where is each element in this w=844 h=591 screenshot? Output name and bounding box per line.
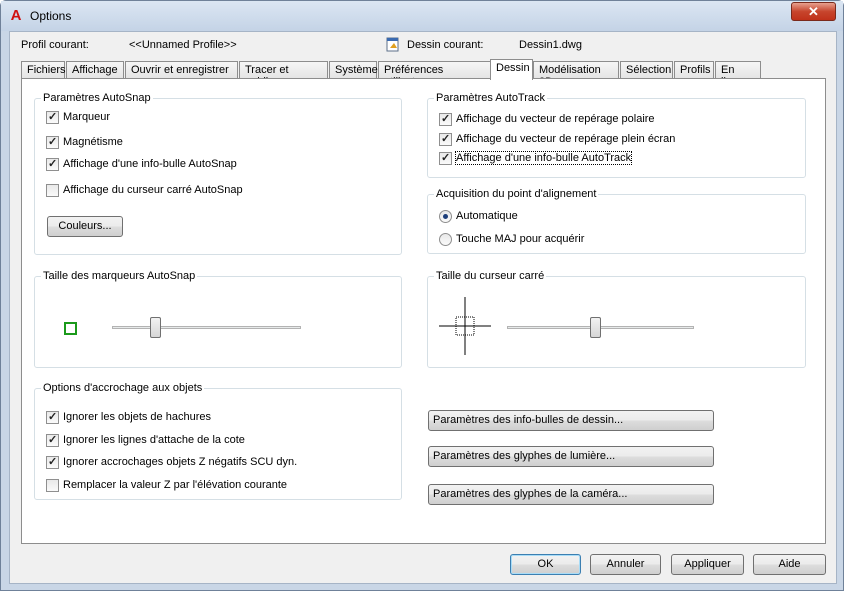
profile-value: <<Unnamed Profile>> <box>129 39 237 51</box>
drawing-file-icon <box>386 37 399 52</box>
dialog-body: Profil courant: <<Unnamed Profile>> Dess… <box>9 31 837 584</box>
drawing-label: Dessin courant: <box>407 39 484 51</box>
drafting-tooltip-settings-button[interactable]: Paramètres des info-bulles de dessin... <box>428 410 714 431</box>
polar-tracking-label: Affichage du vecteur de repérage polaire <box>456 113 655 125</box>
replace-z-label: Remplacer la valeur Z par l'élévation co… <box>63 479 288 491</box>
autotrack-tooltip-checkbox-row[interactable]: Affichage d'une info-bulle AutoTrack <box>439 151 633 166</box>
tab-ouvrir-enregistrer[interactable]: Ouvrir et enregistrer <box>125 61 238 79</box>
shift-acquire-label: Touche MAJ pour acquérir <box>456 233 585 245</box>
ignore-negative-z-checkbox-row[interactable]: Ignorer accrochages objets Z négatifs SC… <box>46 456 297 470</box>
shift-acquire-radio-row[interactable]: Touche MAJ pour acquérir <box>439 233 584 247</box>
autotrack-tooltip-checkbox[interactable] <box>439 152 452 165</box>
colors-button[interactable]: Couleurs... <box>47 216 123 237</box>
autosnap-tooltip-checkbox[interactable] <box>46 158 59 171</box>
shift-acquire-radio[interactable] <box>439 233 452 246</box>
autocad-logo-icon: A <box>10 7 22 24</box>
autosnap-group: Paramètres AutoSnap Marqueur Magnétisme … <box>34 92 402 255</box>
marker-size-group-title: Taille des marqueurs AutoSnap <box>41 270 198 282</box>
fullscreen-tracking-checkbox[interactable] <box>439 133 452 146</box>
ignore-dimension-extension-label: Ignorer les lignes d'attache de la cote <box>63 434 245 446</box>
aperture-size-group: Taille du curseur carré <box>427 270 806 368</box>
dessin-tab-panel: Paramètres AutoSnap Marqueur Magnétisme … <box>21 78 826 544</box>
camera-glyph-settings-button[interactable]: Paramètres des glyphes de la caméra... <box>428 484 714 505</box>
close-button[interactable]: ✕ <box>791 2 836 21</box>
window-title: Options <box>30 9 72 23</box>
help-button[interactable]: Aide <box>753 554 826 575</box>
marker-size-slider-track[interactable] <box>112 326 301 329</box>
marker-checkbox[interactable] <box>46 111 59 124</box>
autosnap-tooltip-label: Affichage d'une info-bulle AutoSnap <box>63 158 237 170</box>
alignment-acquisition-group-title: Acquisition du point d'alignement <box>434 188 599 200</box>
replace-z-checkbox[interactable] <box>46 479 59 492</box>
drawing-value: Dessin1.dwg <box>519 39 582 51</box>
title-bar[interactable]: A Options ✕ <box>1 1 843 31</box>
marker-size-group: Taille des marqueurs AutoSnap <box>34 270 402 368</box>
tab-fichiers[interactable]: Fichiers <box>21 61 66 79</box>
autotrack-group: Paramètres AutoTrack Affichage du vecteu… <box>427 92 806 178</box>
alignment-acquisition-group: Acquisition du point d'alignement Automa… <box>427 188 806 254</box>
automatic-label: Automatique <box>456 210 518 222</box>
magnet-checkbox-row[interactable]: Magnétisme <box>46 136 123 150</box>
tab-preferences-utilisateur[interactable]: Préférences utilisateur <box>378 61 491 88</box>
ignore-hatch-label: Ignorer les objets de hachures <box>63 411 211 423</box>
fullscreen-tracking-checkbox-row[interactable]: Affichage du vecteur de repérage plein é… <box>439 133 675 147</box>
autosnap-group-title: Paramètres AutoSnap <box>41 92 153 104</box>
autosnap-aperture-checkbox-row[interactable]: Affichage du curseur carré AutoSnap <box>46 184 243 198</box>
autosnap-aperture-label: Affichage du curseur carré AutoSnap <box>63 184 243 196</box>
apply-button[interactable]: Appliquer <box>671 554 744 575</box>
marker-preview-square <box>64 322 77 335</box>
aperture-preview-crosshair-icon <box>439 297 491 355</box>
fullscreen-tracking-label: Affichage du vecteur de repérage plein é… <box>456 133 676 145</box>
automatic-radio[interactable] <box>439 210 452 223</box>
osnap-options-group-title: Options d'accrochage aux objets <box>41 382 205 394</box>
aperture-size-group-title: Taille du curseur carré <box>434 270 547 282</box>
magnet-label: Magnétisme <box>63 136 123 148</box>
ok-button[interactable]: OK <box>510 554 581 575</box>
tab-tracer-publier[interactable]: Tracer et publier <box>239 61 328 88</box>
tab-dessin[interactable]: Dessin <box>490 59 533 80</box>
autotrack-tooltip-label: Affichage d'une info-bulle AutoTrack <box>454 151 633 165</box>
magnet-checkbox[interactable] <box>46 136 59 149</box>
tab-en-ligne[interactable]: En ligne <box>715 61 761 88</box>
autotrack-group-title: Paramètres AutoTrack <box>434 92 548 104</box>
autosnap-tooltip-checkbox-row[interactable]: Affichage d'une info-bulle AutoSnap <box>46 158 237 172</box>
ignore-negative-z-checkbox[interactable] <box>46 456 59 469</box>
options-dialog: A Options ✕ Profil courant: <<Unnamed Pr… <box>0 0 844 591</box>
tab-systeme[interactable]: Système <box>329 61 378 79</box>
ignore-dimension-extension-checkbox-row[interactable]: Ignorer les lignes d'attache de la cote <box>46 434 245 448</box>
ignore-negative-z-label: Ignorer accrochages objets Z négatifs SC… <box>63 456 298 468</box>
automatic-radio-row[interactable]: Automatique <box>439 210 518 224</box>
light-glyph-settings-button[interactable]: Paramètres des glyphes de lumière... <box>428 446 714 467</box>
autosnap-aperture-checkbox[interactable] <box>46 184 59 197</box>
tab-profils[interactable]: Profils <box>674 61 714 79</box>
ignore-dimension-extension-checkbox[interactable] <box>46 434 59 447</box>
tab-affichage[interactable]: Affichage <box>66 61 124 79</box>
tab-selection[interactable]: Sélection <box>620 61 673 79</box>
marker-checkbox-row[interactable]: Marqueur <box>46 111 110 125</box>
replace-z-checkbox-row[interactable]: Remplacer la valeur Z par l'élévation co… <box>46 479 287 493</box>
polar-tracking-checkbox[interactable] <box>439 113 452 126</box>
tab-modelisation-3d[interactable]: Modélisation 3D <box>533 61 619 88</box>
aperture-size-slider-thumb[interactable] <box>589 317 601 338</box>
marker-label: Marqueur <box>63 111 111 123</box>
marker-size-slider-thumb[interactable] <box>150 317 162 338</box>
cancel-button[interactable]: Annuler <box>590 554 661 575</box>
ignore-hatch-checkbox[interactable] <box>46 411 59 424</box>
polar-tracking-checkbox-row[interactable]: Affichage du vecteur de repérage polaire <box>439 113 655 127</box>
profile-label: Profil courant: <box>21 39 89 51</box>
ignore-hatch-checkbox-row[interactable]: Ignorer les objets de hachures <box>46 411 211 425</box>
osnap-options-group: Options d'accrochage aux objets Ignorer … <box>34 382 402 500</box>
